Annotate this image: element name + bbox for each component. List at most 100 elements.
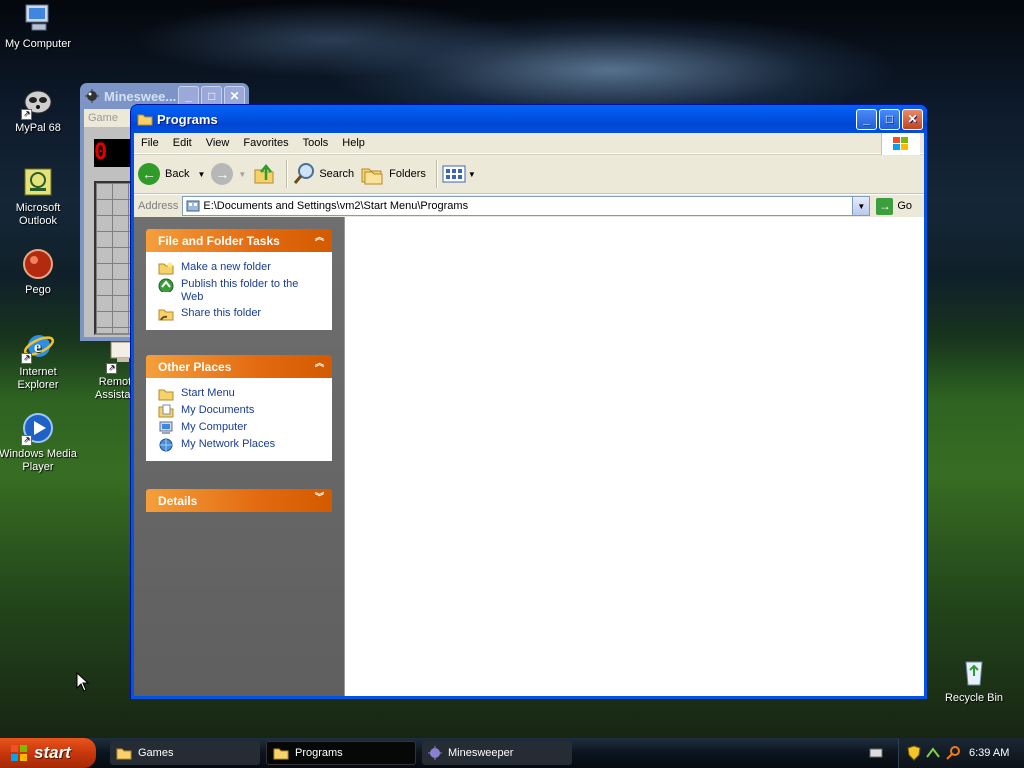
maximize-button[interactable]: □ (879, 108, 900, 130)
views-dropdown-icon[interactable]: ▼ (468, 170, 476, 179)
folder-icon (116, 748, 132, 760)
my-documents-icon (158, 404, 174, 418)
taskbar-button-minesweeper[interactable]: Minesweeper (422, 741, 572, 765)
desktop-icon-label: MyPal 68 (15, 122, 61, 134)
menu-view[interactable]: View (199, 137, 237, 149)
other-places-group: Other Places ︽ Start Menu My Documents M… (146, 355, 332, 461)
network-places-icon (159, 438, 173, 452)
menu-tools[interactable]: Tools (296, 137, 336, 149)
menu-favorites[interactable]: Favorites (236, 137, 295, 149)
minesweeper-title: Minesweе... (104, 88, 177, 104)
share-folder-link[interactable]: Share this folder (158, 307, 322, 321)
shortcut-arrow-icon: ↗ (21, 109, 32, 120)
details-header[interactable]: Details ︾ (146, 489, 332, 512)
start-button[interactable]: start (0, 738, 96, 768)
desktop-icon-my-computer[interactable]: My Computer (0, 2, 78, 51)
address-input[interactable]: E:\Documents and Settings\vm2\Start Menu… (182, 196, 871, 216)
go-arrow-icon: → (876, 197, 894, 215)
my-documents-link[interactable]: My Documents (158, 404, 322, 418)
expand-icon[interactable]: ︾ (315, 493, 324, 502)
desktop-icon-internet-explorer[interactable]: e ↗ Internet Explorer (0, 330, 78, 392)
share-folder-icon (158, 309, 174, 321)
pego-icon (22, 248, 54, 280)
task-label: Minesweeper (448, 747, 514, 759)
collapse-icon[interactable]: ︽ (315, 233, 324, 242)
minesweeper-app-icon (85, 89, 99, 103)
taskbar-button-programs[interactable]: Programs (266, 741, 416, 765)
close-button[interactable]: ✕ (902, 108, 923, 130)
task-pane: File and Folder Tasks ︽ Make a new folde… (134, 217, 344, 696)
desktop-icon-label: Recycle Bin (944, 692, 1004, 704)
desktop-icon-label: Windows Media Player (0, 448, 77, 473)
folder-icon (137, 112, 153, 126)
back-button[interactable]: ← Back ▼ (138, 163, 205, 185)
views-button[interactable]: ▼ (442, 164, 476, 184)
folder-icon (158, 389, 174, 401)
keyboard-icon[interactable] (869, 747, 883, 759)
publish-web-icon (158, 278, 174, 292)
other-places-body: Start Menu My Documents My Computer My N… (146, 378, 332, 461)
address-dropdown-icon[interactable]: ▼ (852, 197, 870, 215)
make-new-folder-link[interactable]: Make a new folder (158, 261, 322, 275)
mouse-cursor-icon (76, 672, 90, 692)
folders-icon (361, 168, 383, 185)
my-computer-link[interactable]: My Computer (158, 421, 322, 435)
search-tray-icon[interactable] (945, 745, 961, 761)
clock[interactable]: 6:39 AM (969, 747, 1009, 759)
go-label: Go (897, 200, 912, 212)
standard-toolbar: ← Back ▼ → ▼ Search Folders ▼ (134, 154, 924, 194)
system-tray: 6:39 AM (898, 738, 1024, 768)
task-label: Share this folder (181, 307, 262, 319)
group-title: File and Folder Tasks (158, 233, 280, 248)
address-label: Address (138, 200, 179, 212)
menu-help[interactable]: Help (335, 137, 372, 149)
desktop-icon-pego[interactable]: Pego (0, 248, 78, 297)
recycle-bin-icon (958, 656, 990, 688)
go-button[interactable]: → Go (876, 197, 912, 215)
address-bar: Address E:\Documents and Settings\vm2\St… (134, 194, 924, 217)
publish-folder-link[interactable]: Publish this folder to the Web (158, 278, 322, 304)
views-icon (442, 165, 466, 183)
start-menu-link[interactable]: Start Menu (158, 387, 322, 401)
taskbar-button-games[interactable]: Games (110, 741, 260, 765)
folders-button[interactable]: Folders (360, 163, 426, 185)
details-group: Details ︾ (146, 489, 332, 512)
desktop-icon-label: Remot Assistan (95, 376, 137, 401)
security-shield-icon[interactable] (907, 745, 921, 761)
explorer-window[interactable]: Programs _ □ ✕ File Edit View Favorites … (130, 104, 928, 700)
up-folder-button[interactable] (252, 162, 276, 186)
menu-edit[interactable]: Edit (166, 137, 199, 149)
other-places-header[interactable]: Other Places ︽ (146, 355, 332, 378)
folders-label: Folders (389, 168, 426, 180)
forward-button[interactable]: → ▼ (211, 163, 246, 185)
menu-bar: File Edit View Favorites Tools Help (134, 133, 924, 155)
search-button[interactable]: Search (292, 162, 354, 186)
shortcut-arrow-icon: ↗ (21, 435, 32, 446)
desktop-icon-label: My Computer (4, 38, 72, 50)
menu-file[interactable]: File (134, 137, 166, 149)
desktop-icon-mypal[interactable]: ↗ MyPal 68 (0, 86, 78, 135)
folder-icon (273, 748, 289, 760)
explorer-content: File and Folder Tasks ︽ Make a new folde… (134, 217, 924, 696)
windows-media-player-icon: ↗ (21, 412, 54, 446)
file-folder-tasks-header[interactable]: File and Folder Tasks ︽ (146, 229, 332, 252)
address-value: E:\Documents and Settings\vm2\Start Menu… (203, 200, 469, 212)
forward-arrow-icon: → (211, 163, 234, 185)
desktop-icon-recycle-bin[interactable]: Recycle Bin (934, 656, 1014, 705)
forward-dropdown-icon[interactable]: ▼ (238, 170, 246, 179)
collapse-icon[interactable]: ︽ (315, 359, 324, 368)
group-title: Other Places (158, 359, 232, 374)
network-icon[interactable] (925, 745, 941, 761)
explorer-titlebar[interactable]: Programs _ □ ✕ (131, 105, 927, 133)
my-network-places-link[interactable]: My Network Places (158, 438, 322, 452)
desktop-icon-windows-media-player[interactable]: ↗ Windows Media Player (0, 412, 78, 474)
file-list-pane[interactable] (344, 217, 924, 696)
back-dropdown-icon[interactable]: ▼ (197, 170, 205, 179)
desktop-icon-label: Pego (25, 284, 51, 296)
minesweeper-icon (428, 746, 442, 760)
task-label: Make a new folder (181, 261, 271, 273)
outlook-icon (22, 166, 54, 198)
toolbar-separator (435, 160, 438, 188)
minimize-button[interactable]: _ (856, 108, 877, 130)
desktop-icon-outlook[interactable]: Microsoft Outlook (0, 166, 78, 228)
